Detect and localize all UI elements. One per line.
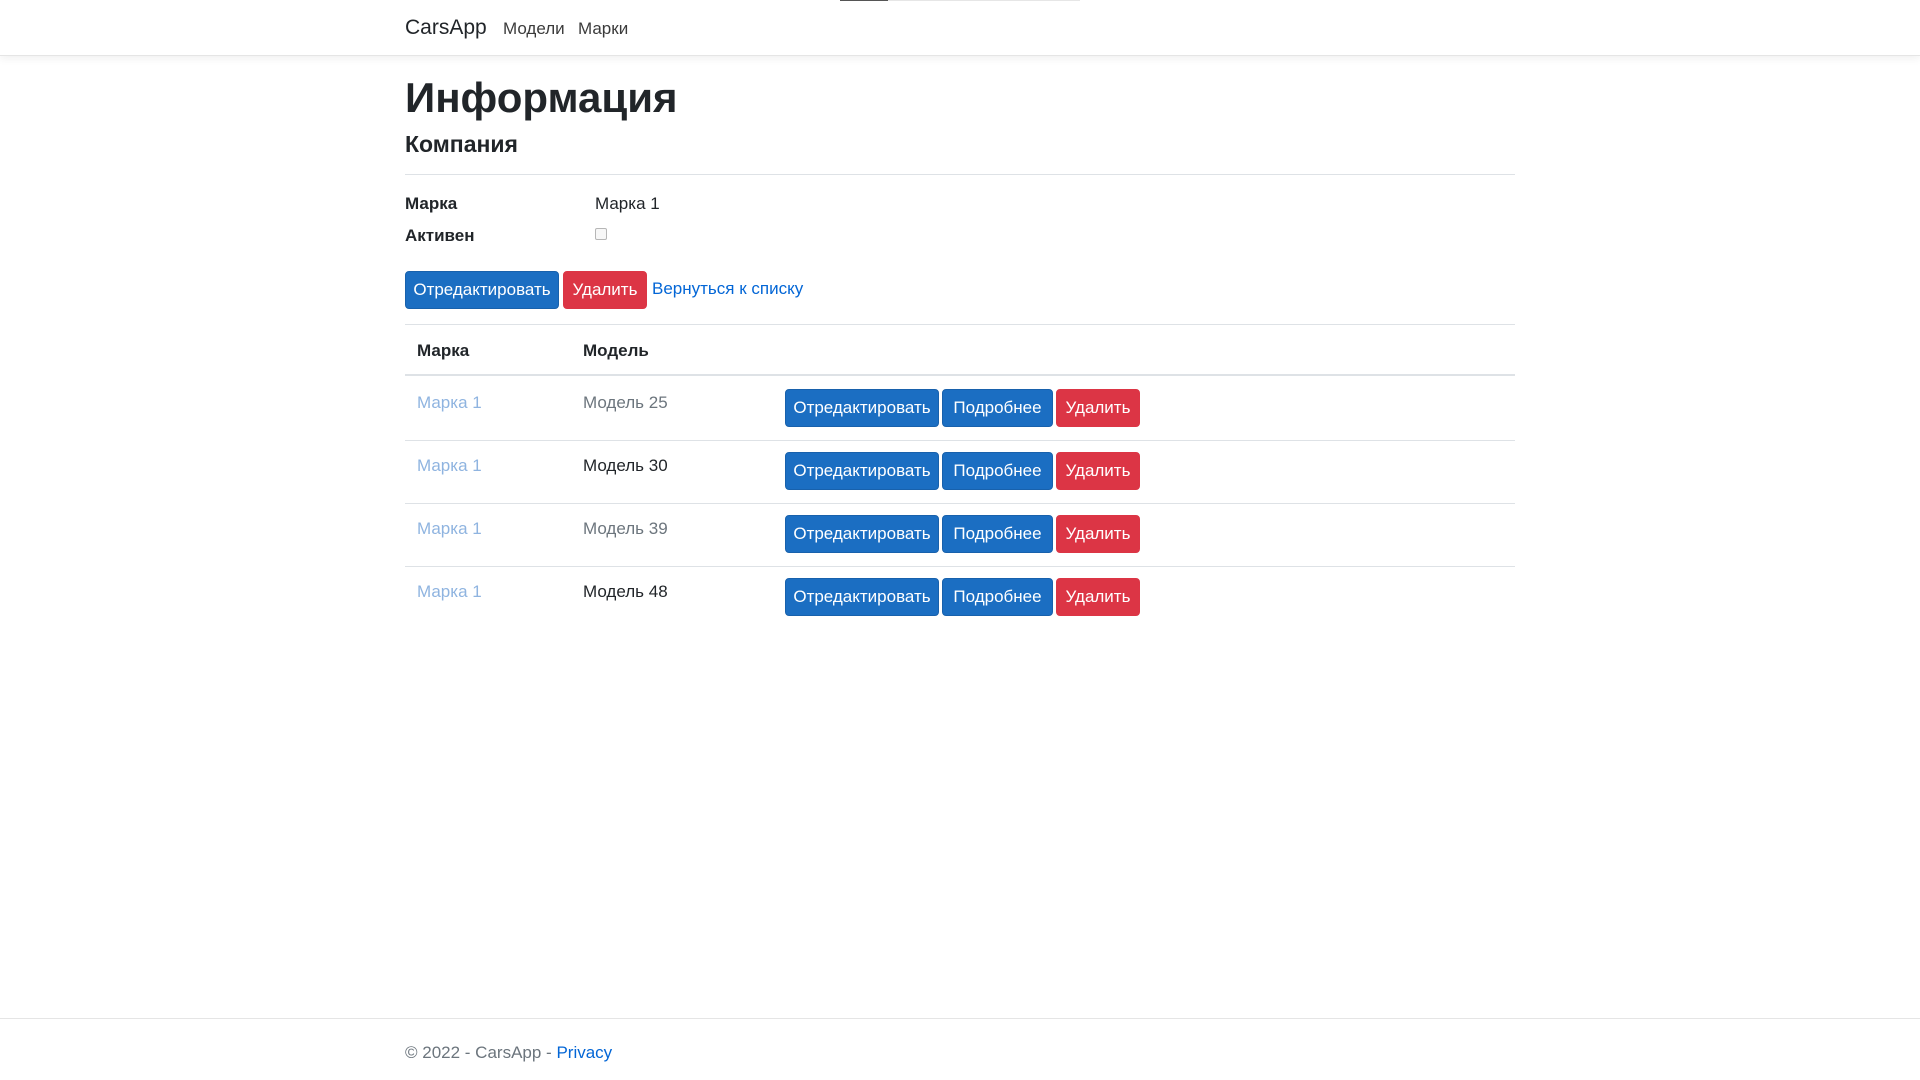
divider bbox=[405, 324, 1515, 325]
row-model-name: Модель 39 bbox=[583, 519, 668, 538]
row-details-button[interactable]: Подробнее bbox=[942, 389, 1053, 427]
row-details-button[interactable]: Подробнее bbox=[942, 452, 1053, 490]
row-edit-button[interactable]: Отредактировать bbox=[785, 515, 939, 553]
row-delete-button[interactable]: Удалить bbox=[1056, 515, 1140, 553]
row-brand-link[interactable]: Марка 1 bbox=[417, 519, 482, 539]
row-model-name: Модель 25 bbox=[583, 393, 668, 412]
table-row: Марка 1 Модель 30 Отредактировать Подробнее… bbox=[405, 441, 1515, 504]
footer-text: © 2022 - CarsApp - Privacy bbox=[405, 1043, 612, 1063]
edit-button[interactable]: Отредактировать bbox=[405, 271, 559, 309]
row-delete-button[interactable]: Удалить bbox=[1056, 578, 1140, 616]
row-delete-button[interactable]: Удалить bbox=[1056, 452, 1140, 490]
detail-value-brand: Марка 1 bbox=[595, 194, 660, 213]
footer-copyright: © 2022 - CarsApp - bbox=[405, 1043, 557, 1062]
top-navbar: CarsApp Модели Марки bbox=[0, 0, 1920, 56]
row-delete-button[interactable]: Удалить bbox=[1056, 389, 1140, 427]
table-row: Марка 1 Модель 48 Отредактировать Подробнее… bbox=[405, 567, 1515, 630]
footer: © 2022 - CarsApp - Privacy bbox=[0, 1018, 1920, 1080]
nav-link-models[interactable]: Модели bbox=[503, 19, 565, 39]
table-header-brand: Марка bbox=[417, 341, 470, 360]
brand-link[interactable]: CarsApp bbox=[405, 16, 487, 40]
loading-progress-bar bbox=[840, 0, 1080, 1]
row-edit-button[interactable]: Отредактировать bbox=[785, 452, 939, 490]
row-brand-link[interactable]: Марка 1 bbox=[417, 456, 482, 476]
row-edit-button[interactable]: Отредактировать bbox=[785, 578, 939, 616]
privacy-link[interactable]: Privacy bbox=[556, 1043, 612, 1062]
loading-progress-fill bbox=[840, 0, 888, 1]
row-edit-button[interactable]: Отредактировать bbox=[785, 389, 939, 427]
page-title: Информация bbox=[405, 74, 678, 121]
table-header-model: Модель bbox=[583, 341, 649, 360]
row-model-name: Модель 30 bbox=[583, 456, 668, 475]
row-details-button[interactable]: Подробнее bbox=[942, 515, 1053, 553]
detail-label-brand: Марка bbox=[405, 194, 458, 213]
table-row: Марка 1 Модель 39 Отредактировать Подробнее… bbox=[405, 504, 1515, 567]
delete-button[interactable]: Удалить bbox=[563, 271, 647, 309]
divider bbox=[405, 174, 1515, 175]
row-brand-link[interactable]: Марка 1 bbox=[417, 393, 482, 413]
nav-link-brands[interactable]: Марки bbox=[578, 19, 628, 39]
back-to-list-link[interactable]: Вернуться к списку bbox=[652, 279, 803, 299]
page-subtitle: Компания bbox=[405, 131, 518, 157]
active-checkbox bbox=[595, 228, 607, 240]
row-model-name: Модель 48 bbox=[583, 582, 668, 601]
row-brand-link[interactable]: Марка 1 bbox=[417, 582, 482, 602]
table-header-divider bbox=[405, 374, 1515, 376]
row-details-button[interactable]: Подробнее bbox=[942, 578, 1053, 616]
detail-label-active: Активен bbox=[405, 226, 475, 245]
table-row: Марка 1 Модель 25 Отредактировать Подробнее… bbox=[405, 378, 1515, 441]
